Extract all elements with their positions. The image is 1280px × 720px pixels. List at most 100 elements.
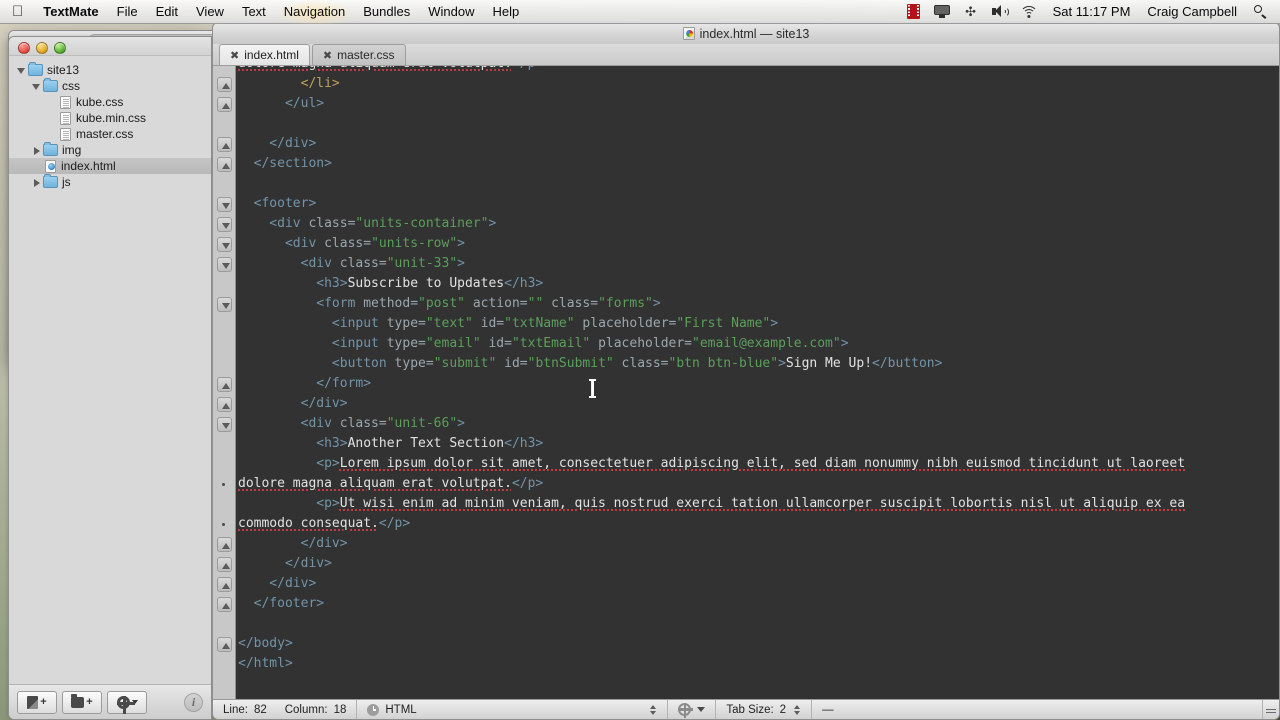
film-icon[interactable] (900, 0, 927, 24)
menu-item-view[interactable]: View (187, 0, 233, 24)
code-line[interactable]: dolore magna aliquam erat volutpat.</p> (238, 474, 1279, 494)
tabsize-stepper[interactable] (792, 702, 801, 717)
code-text[interactable]: dolore magna aliquam erat volutpat.</p> … (236, 66, 1279, 699)
zoom-button[interactable] (54, 42, 66, 54)
code-line[interactable]: </div> (238, 534, 1279, 554)
code-line[interactable]: <div class="unit-33"> (238, 254, 1279, 274)
tree-item-master-css[interactable]: master.css (9, 126, 211, 142)
code-line[interactable]: </section> (238, 154, 1279, 174)
close-button[interactable] (18, 42, 30, 54)
code-line[interactable]: </html> (238, 654, 1279, 674)
bundle-menu[interactable] (668, 699, 717, 719)
fold-up-icon[interactable] (217, 557, 232, 572)
menu-item-text[interactable]: Text (233, 0, 275, 24)
fold-down-icon[interactable] (217, 197, 232, 212)
code-line[interactable]: </div> (238, 554, 1279, 574)
fold-up-icon[interactable] (217, 577, 232, 592)
code-line[interactable]: </li> (238, 74, 1279, 94)
fold-down-icon[interactable] (217, 237, 232, 252)
tree-item-index-html[interactable]: index.html (9, 158, 211, 174)
tree-item-img[interactable]: img (9, 142, 211, 158)
tab-master-css[interactable]: ✖ master.css (311, 44, 406, 65)
code-line[interactable]: dolore magna aliquam erat volutpat.</p> (238, 66, 1279, 74)
minimize-button[interactable] (36, 42, 48, 54)
apple-icon[interactable]:  (12, 4, 23, 19)
code-line[interactable]: commodo consequat.</p> (238, 514, 1279, 534)
code-line[interactable]: <h3>Another Text Section</h3> (238, 434, 1279, 454)
new-file-button[interactable]: + (17, 690, 57, 714)
code-line[interactable]: <p>Lorem ipsum dolor sit amet, consectet… (238, 454, 1279, 474)
fold-up-icon[interactable] (217, 377, 232, 392)
code-line[interactable]: </body> (238, 634, 1279, 654)
menubar-clock[interactable]: Sat 11:17 PM (1045, 4, 1139, 19)
tree-item-js[interactable]: js (9, 174, 211, 190)
fold-up-icon[interactable] (217, 137, 232, 152)
code-line[interactable]: <button type="submit" id="btnSubmit" cla… (238, 354, 1279, 374)
tab-index-html[interactable]: ✖ index.html (219, 44, 310, 65)
fold-up-icon[interactable] (217, 597, 232, 612)
code-line[interactable] (238, 114, 1279, 134)
menu-item-file[interactable]: File (108, 0, 147, 24)
tab-size-selector[interactable]: Tab Size: 2 (716, 699, 813, 719)
code-line[interactable]: <footer> (238, 194, 1279, 214)
close-icon[interactable]: ✖ (230, 49, 239, 62)
new-folder-button[interactable]: + (62, 690, 102, 714)
code-line[interactable]: </div> (238, 574, 1279, 594)
code-line[interactable]: <input type="email" id="txtEmail" placeh… (238, 334, 1279, 354)
spotlight-search-icon[interactable] (1246, 0, 1280, 24)
disclosure-triangle-icon[interactable] (15, 64, 28, 77)
code-area[interactable]: dolore magna aliquam erat volutpat.</p> … (213, 66, 1279, 699)
code-line[interactable]: </div> (238, 394, 1279, 414)
code-line[interactable]: <div class="units-row"> (238, 234, 1279, 254)
code-line[interactable]: </footer> (238, 594, 1279, 614)
volume-icon[interactable] (985, 0, 1014, 24)
fold-up-icon[interactable] (217, 97, 232, 112)
code-line[interactable]: <div class="unit-66"> (238, 414, 1279, 434)
menu-item-navigation[interactable]: Navigation (274, 0, 355, 24)
window-titlebar[interactable]: index.html — site13 (212, 22, 1280, 44)
fold-up-icon[interactable] (217, 77, 232, 92)
disclosure-triangle-icon[interactable] (30, 80, 43, 93)
menu-item-help[interactable]: Help (483, 0, 528, 24)
code-token: </p> (511, 476, 544, 491)
tree-item-site13[interactable]: site13 (9, 62, 211, 78)
disclosure-triangle-icon[interactable] (30, 176, 43, 189)
code-line[interactable]: <div class="units-container"> (238, 214, 1279, 234)
fold-down-icon[interactable] (217, 217, 232, 232)
fold-up-icon[interactable] (217, 157, 232, 172)
fold-gutter[interactable] (213, 66, 236, 699)
code-line[interactable]: </ul> (238, 94, 1279, 114)
fold-up-icon[interactable] (217, 397, 232, 412)
close-icon[interactable]: ✖ (323, 49, 332, 62)
code-line[interactable] (238, 614, 1279, 634)
code-line[interactable]: </div> (238, 134, 1279, 154)
menu-item-edit[interactable]: Edit (147, 0, 187, 24)
actions-gear-button[interactable] (107, 690, 147, 714)
disclosure-triangle-icon[interactable] (30, 144, 43, 157)
fold-down-icon[interactable] (217, 297, 232, 312)
fold-down-icon[interactable] (217, 417, 232, 432)
info-button[interactable]: i (184, 692, 203, 712)
display-icon[interactable] (927, 0, 957, 24)
menubar-user[interactable]: Craig Campbell (1138, 4, 1246, 19)
code-line[interactable]: <p>Ut wisi enim ad minim veniam, quis no… (238, 494, 1279, 514)
tree-item-kube-css[interactable]: kube.css (9, 94, 211, 110)
menu-item-app[interactable]: TextMate (34, 0, 107, 24)
tree-item-kube-min-css[interactable]: kube.min.css (9, 110, 211, 126)
code-line[interactable]: </form> (238, 374, 1279, 394)
code-line[interactable] (238, 174, 1279, 194)
bluetooth-icon[interactable]: ✣ (957, 0, 985, 24)
code-line[interactable]: <h3>Subscribe to Updates</h3> (238, 274, 1279, 294)
language-stepper[interactable] (648, 702, 657, 717)
fold-up-icon[interactable] (217, 637, 232, 652)
code-line[interactable]: <input type="text" id="txtName" placehol… (238, 314, 1279, 334)
resize-grip[interactable] (1263, 700, 1279, 720)
fold-up-icon[interactable] (217, 537, 232, 552)
menu-item-bundles[interactable]: Bundles (354, 0, 419, 24)
wifi-icon[interactable] (1014, 0, 1045, 24)
language-selector[interactable]: HTML (357, 699, 669, 719)
fold-down-icon[interactable] (217, 257, 232, 272)
tree-item-css[interactable]: css (9, 78, 211, 94)
menu-item-window[interactable]: Window (419, 0, 483, 24)
code-line[interactable]: <form method="post" action="" class="for… (238, 294, 1279, 314)
